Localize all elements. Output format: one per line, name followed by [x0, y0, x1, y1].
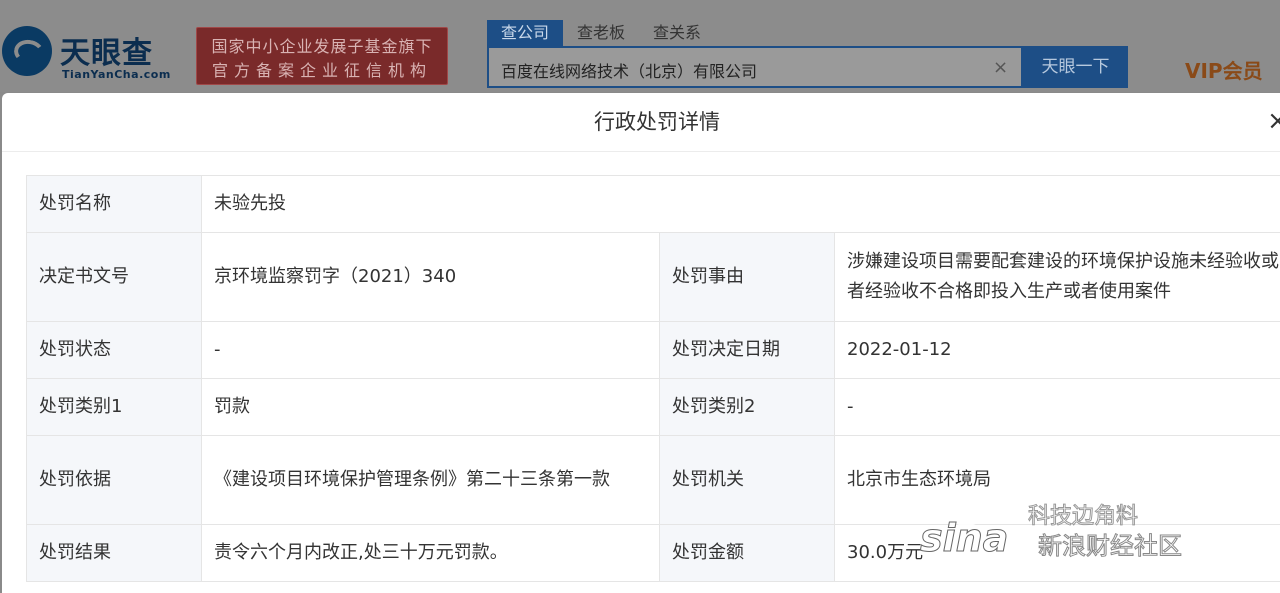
search-tabs: 查公司 查老板 查关系	[487, 20, 715, 46]
table-row: 处罚名称 未验先投	[27, 176, 1280, 233]
logo-subtext: TianYanCha.com	[62, 68, 171, 81]
field-value: 责令六个月内改正,处三十万元罚款。	[202, 525, 660, 582]
field-value: 未验先投	[202, 176, 1280, 233]
field-value: 罚款	[202, 379, 660, 436]
field-label: 处罚金额	[660, 525, 835, 582]
table-row: 处罚类别1 罚款 处罚类别2 -	[27, 379, 1280, 436]
close-icon[interactable]: ×	[1267, 107, 1280, 135]
vip-link[interactable]: VIP会员	[1185, 55, 1263, 84]
modal-title: 行政处罚详情	[2, 93, 1280, 152]
tab-relation[interactable]: 查关系	[639, 20, 715, 46]
field-label: 处罚结果	[27, 525, 202, 582]
table-row: 处罚状态 - 处罚决定日期 2022-01-12	[27, 322, 1280, 379]
field-value: -	[835, 379, 1280, 436]
clear-icon[interactable]: ×	[993, 57, 1008, 78]
penalty-detail-modal: 行政处罚详情 × 处罚名称 未验先投 决定书文号 京环境监察罚字（2021）34…	[2, 93, 1280, 593]
field-label: 处罚名称	[27, 176, 202, 233]
field-value: 2022-01-12	[835, 322, 1280, 379]
eye-logo-icon	[2, 26, 52, 76]
field-label: 处罚依据	[27, 436, 202, 525]
field-label: 处罚类别2	[660, 379, 835, 436]
penalty-detail-table: 处罚名称 未验先投 决定书文号 京环境监察罚字（2021）340 处罚事由 涉嫌…	[26, 175, 1280, 582]
tab-company[interactable]: 查公司	[487, 20, 563, 46]
tab-boss[interactable]: 查老板	[563, 20, 639, 46]
table-row: 处罚结果 责令六个月内改正,处三十万元罚款。 处罚金额 30.0万元	[27, 525, 1280, 582]
field-label: 处罚事由	[660, 233, 835, 322]
table-row: 处罚依据 《建设项目环境保护管理条例》第二十三条第一款 处罚机关 北京市生态环境…	[27, 436, 1280, 525]
tianyancha-logo[interactable]: 天眼查 TianYanCha.com	[0, 24, 190, 84]
search-input-value: 百度在线网络技术（北京）有限公司	[501, 58, 757, 82]
field-label: 处罚类别1	[27, 379, 202, 436]
gov-badge-line1: 国家中小企业发展子基金旗下	[197, 33, 447, 57]
logo-text: 天眼查	[60, 28, 153, 72]
field-value: 30.0万元	[835, 525, 1280, 582]
gov-badge-line2: 官方备案企业征信机构	[197, 57, 447, 81]
search-button[interactable]: 天眼一下	[1023, 46, 1128, 88]
table-row: 决定书文号 京环境监察罚字（2021）340 处罚事由 涉嫌建设项目需要配套建设…	[27, 233, 1280, 322]
field-value: 涉嫌建设项目需要配套建设的环境保护设施未经验收或者经验收不合格即投入生产或者使用…	[835, 233, 1280, 322]
field-label: 处罚决定日期	[660, 322, 835, 379]
field-value: 北京市生态环境局	[835, 436, 1280, 525]
field-value: 《建设项目环境保护管理条例》第二十三条第一款	[202, 436, 660, 525]
field-value: 京环境监察罚字（2021）340	[202, 233, 660, 322]
field-label: 处罚机关	[660, 436, 835, 525]
field-label: 决定书文号	[27, 233, 202, 322]
site-header: 天眼查 TianYanCha.com 国家中小企业发展子基金旗下 官方备案企业征…	[0, 0, 1280, 92]
field-value: -	[202, 322, 660, 379]
field-label: 处罚状态	[27, 322, 202, 379]
government-badge: 国家中小企业发展子基金旗下 官方备案企业征信机构	[196, 27, 448, 85]
search-input[interactable]: 百度在线网络技术（北京）有限公司 ×	[487, 46, 1023, 88]
